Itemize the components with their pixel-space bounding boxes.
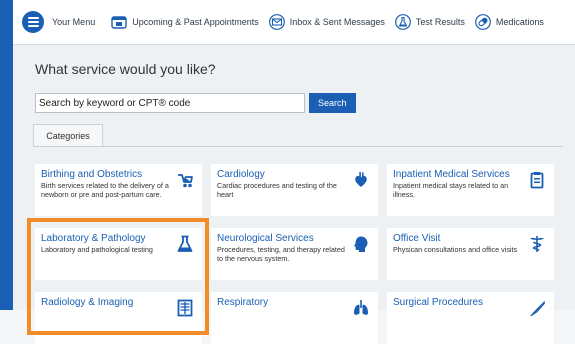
- category-description: Inpatient medical stays related to an il…: [393, 181, 509, 199]
- category-title: Surgical Procedures: [393, 297, 484, 308]
- lungs-icon: [354, 300, 368, 315]
- flask-icon: [177, 235, 193, 252]
- category-title: Laboratory & Pathology: [41, 233, 146, 244]
- nav-medications-label: Medications: [495, 17, 544, 27]
- scalpel-icon: [530, 301, 545, 316]
- head-icon: [354, 236, 368, 252]
- category-description: Birth services related to the delivery o…: [41, 181, 169, 199]
- nav-medications[interactable]: Medications: [474, 14, 544, 30]
- heart-icon: [355, 172, 367, 187]
- category-card-birthing[interactable]: Birthing and Obstetrics Birth services r…: [35, 164, 202, 216]
- category-title: Inpatient Medical Services: [393, 169, 510, 180]
- category-card-respiratory[interactable]: Respiratory: [211, 292, 378, 344]
- clipboard-icon: [530, 172, 544, 189]
- main-content: What service would you like? Search Cate…: [13, 45, 575, 344]
- category-title: Birthing and Obstetrics: [41, 169, 143, 180]
- caduceus-icon: [530, 236, 544, 252]
- category-title: Radiology & Imaging: [41, 297, 134, 308]
- stroller-icon: [178, 174, 193, 188]
- category-description: Laboratory and pathological testing: [41, 245, 153, 254]
- menu-label: Your Menu: [52, 17, 96, 27]
- category-title: Neurological Services: [217, 233, 314, 244]
- calendar-icon: [111, 16, 127, 29]
- page-title: What service would you like?: [35, 61, 216, 77]
- xray-icon: [177, 299, 193, 317]
- nav-test-results[interactable]: Test Results: [394, 14, 465, 30]
- category-description: Physican consultations and office visits: [393, 245, 518, 254]
- category-card-inpatient[interactable]: Inpatient Medical Services Inpatient med…: [387, 164, 554, 216]
- pill-icon: [474, 14, 491, 30]
- search-button[interactable]: Search: [309, 93, 356, 113]
- nav-messages[interactable]: Inbox & Sent Messages: [268, 14, 385, 30]
- nav-appointments-label: Upcoming & Past Appointments: [132, 17, 259, 27]
- category-title: Office Visit: [393, 233, 441, 244]
- nav-messages-label: Inbox & Sent Messages: [289, 17, 385, 27]
- category-card-office-visit[interactable]: Office Visit Physican consultations and …: [387, 228, 554, 280]
- envelope-icon: [268, 14, 285, 30]
- category-title: Cardiology: [217, 169, 265, 180]
- category-description: Cardiac procedures and testing of the he…: [217, 181, 337, 199]
- your-menu-button[interactable]: Your Menu: [22, 11, 95, 33]
- tab-categories[interactable]: Categories: [33, 124, 103, 147]
- category-card-cardiology[interactable]: Cardiology Cardiac procedures and testin…: [211, 164, 378, 216]
- search-bar: Search: [35, 93, 356, 113]
- search-input[interactable]: [35, 93, 305, 113]
- nav-test-results-label: Test Results: [415, 17, 465, 27]
- tab-divider: [33, 146, 563, 147]
- flask-icon: [394, 14, 411, 30]
- category-card-neurological[interactable]: Neurological Services Procedures, testin…: [211, 228, 378, 280]
- category-title: Respiratory: [217, 297, 269, 308]
- nav-appointments[interactable]: Upcoming & Past Appointments: [111, 14, 259, 30]
- category-card-radiology[interactable]: Radiology & Imaging: [35, 292, 202, 344]
- category-card-laboratory[interactable]: Laboratory & Pathology Laboratory and pa…: [35, 228, 202, 280]
- hamburger-menu-icon: [22, 11, 44, 33]
- left-accent-bar: [0, 0, 13, 310]
- app-frame: Your Menu Upcoming & Past Appointments I…: [0, 0, 575, 344]
- category-card-surgical[interactable]: Surgical Procedures: [387, 292, 554, 344]
- category-description: Procedures, testing, and therapy related…: [217, 245, 345, 263]
- top-navigation: Your Menu Upcoming & Past Appointments I…: [13, 0, 575, 45]
